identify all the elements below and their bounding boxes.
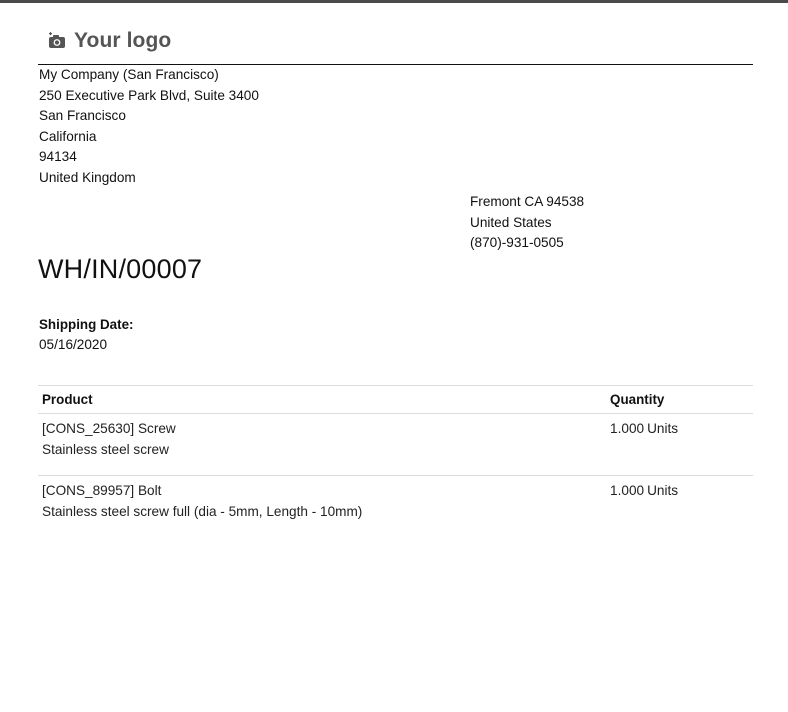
table-header-row: Product Quantity xyxy=(38,385,753,414)
product-cell: [CONS_25630] Screw Stainless steel screw xyxy=(38,414,606,476)
product-cell: [CONS_89957] Bolt Stainless steel screw … xyxy=(38,475,607,537)
shipping-date-value: 05/16/2020 xyxy=(39,337,108,352)
company-name: My Company (San Francisco) xyxy=(39,67,219,82)
company-state: California xyxy=(39,128,97,144)
camera-icon xyxy=(48,32,66,50)
quantity-value: 1.000 xyxy=(610,483,645,498)
quantity-unit: Units xyxy=(647,483,679,498)
move-lines-table: Product Quantity [CONS_25630] Screw Stai… xyxy=(38,385,753,537)
product-column-header: Product xyxy=(38,385,607,414)
partner-address: Fremont CA 94538 United States (870)-931… xyxy=(470,172,710,258)
quantity-column-header: Quantity xyxy=(606,385,753,414)
quantity-cell: 1.000 Units xyxy=(606,414,753,476)
shipping-date-label: Shipping Date: xyxy=(39,317,134,332)
product-name: [CONS_25630] Screw xyxy=(42,421,176,436)
company-street: 250 Executive Park Blvd, Suite 3400 xyxy=(39,87,259,103)
document-title: WH/IN/00007 xyxy=(38,254,203,284)
quantity-unit: Units xyxy=(647,421,679,436)
quantity-cell: 1.000 Units xyxy=(606,475,753,537)
table-row: [CONS_25630] Screw Stainless steel screw… xyxy=(38,414,753,476)
table-row: [CONS_89957] Bolt Stainless steel screw … xyxy=(38,475,753,537)
company-city: San Francisco xyxy=(39,108,126,123)
company-zip: 94134 xyxy=(39,149,77,164)
partner-country: United States xyxy=(470,214,552,230)
top-border xyxy=(0,0,788,3)
logo-text: Your logo xyxy=(74,29,172,52)
company-country: United Kingdom xyxy=(39,169,136,185)
product-name: [CONS_89957] Bolt xyxy=(42,483,162,498)
company-address: My Company (San Francisco) 250 Executive… xyxy=(39,65,259,188)
partner-city-line: Fremont CA 94538 xyxy=(470,194,585,209)
company-logo: Your logo xyxy=(48,28,171,54)
product-description: Stainless steel screw xyxy=(42,441,169,457)
partner-phone: (870)-931-0505 xyxy=(470,235,564,250)
quantity-value: 1.000 xyxy=(610,421,645,436)
product-description: Stainless steel screw full (dia - 5mm, L… xyxy=(42,503,363,519)
